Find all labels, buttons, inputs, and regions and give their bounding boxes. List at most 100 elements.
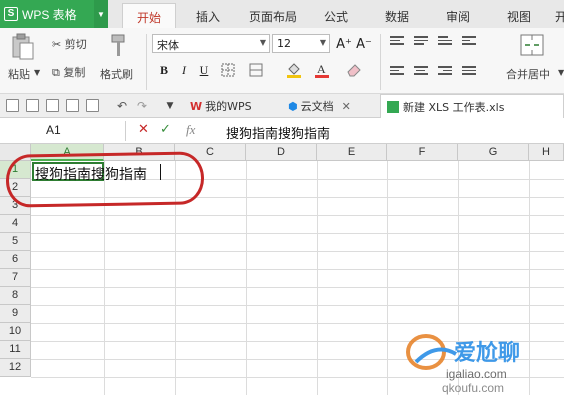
- open-folder-icon[interactable]: [6, 99, 19, 112]
- insert-function-icon[interactable]: fx: [186, 122, 195, 138]
- doctab-cloud-docs[interactable]: ⬢ 云文档 ✕: [282, 94, 357, 118]
- ribbon-separator: [380, 34, 381, 90]
- row-header-10[interactable]: 10: [0, 323, 31, 341]
- export-pdf-icon[interactable]: [86, 99, 99, 112]
- app-name: WPS 表格: [22, 7, 77, 22]
- align-bottom-icon[interactable]: [438, 36, 452, 48]
- column-header-f[interactable]: F: [387, 144, 458, 161]
- ribbon-separator: [146, 34, 147, 90]
- paste-button[interactable]: [8, 32, 38, 62]
- print-icon[interactable]: [66, 99, 79, 112]
- column-header-e[interactable]: E: [317, 144, 387, 161]
- row-header-5[interactable]: 5: [0, 233, 31, 251]
- customize-dropdown-icon[interactable]: ▼: [162, 98, 178, 114]
- italic-button[interactable]: I: [176, 62, 192, 78]
- save-icon[interactable]: [26, 99, 39, 112]
- ribbon-tab-bar: S WPS 表格 ▼ 开始 插入 页面布局 公式 数据 审阅 视图 开: [0, 0, 564, 28]
- row-header-9[interactable]: 9: [0, 305, 31, 323]
- name-box[interactable]: A1: [0, 121, 126, 141]
- font-family-select[interactable]: 宋体 ▼: [152, 34, 270, 53]
- wps-w-icon: W: [190, 99, 203, 113]
- merge-cells-icon: [520, 34, 544, 56]
- grow-font-button[interactable]: A⁺: [336, 36, 352, 52]
- paste-label: 粘贴: [8, 68, 30, 81]
- tab-view[interactable]: 视图: [507, 8, 531, 25]
- copy-button[interactable]: ⧉ 复制: [52, 64, 85, 80]
- shrink-font-button[interactable]: A⁻: [356, 36, 372, 52]
- gridline: [31, 215, 564, 216]
- gridline: [31, 251, 564, 252]
- clear-format-button[interactable]: [346, 62, 362, 78]
- borders-button[interactable]: [220, 62, 236, 78]
- svg-text:A: A: [317, 62, 326, 76]
- cloud-cube-icon: ⬢: [288, 99, 298, 113]
- column-header-d[interactable]: D: [246, 144, 317, 161]
- ribbon-home-panel: 粘贴 ▼ ✂ 剪切 ⧉ 复制 格式刷 宋体 ▼ 12 ▼ A⁺ A⁻ B I U: [0, 28, 564, 94]
- paste-icon: [12, 33, 34, 60]
- cut-button[interactable]: ✂ 剪切: [52, 36, 87, 52]
- tab-home[interactable]: 开始: [122, 3, 177, 28]
- bold-button[interactable]: B: [156, 62, 172, 78]
- formula-bar: A1 ✕ ✓ fx 搜狗指南搜狗指南: [0, 118, 564, 144]
- redo-icon[interactable]: ↷: [134, 98, 150, 114]
- font-color-icon: A: [315, 62, 329, 78]
- print-preview-icon[interactable]: [46, 99, 59, 112]
- align-right-icon[interactable]: [438, 66, 452, 78]
- tab-developer[interactable]: 开: [555, 8, 564, 25]
- gridline: [31, 341, 564, 342]
- format-painter-label: 格式刷: [100, 68, 133, 81]
- paintbrush-icon: [111, 34, 125, 56]
- spreadsheet-grid[interactable]: A B C D E F G H 1 2 3 4 5 6 7 8 9 10 11 …: [0, 144, 564, 395]
- align-middle-icon[interactable]: [414, 36, 428, 48]
- font-color-button[interactable]: A: [314, 62, 330, 78]
- paste-dropdown-icon[interactable]: ▼: [34, 68, 40, 77]
- justify-icon[interactable]: [462, 66, 476, 78]
- underline-button[interactable]: U: [196, 62, 212, 78]
- undo-icon[interactable]: ↶: [114, 98, 130, 114]
- quick-access-bar: ↶ ↷ ▼ W 我的WPS ⬢ 云文档 ✕ 新建 XLS 工作表.xls: [0, 94, 564, 118]
- row-header-7[interactable]: 7: [0, 269, 31, 287]
- column-header-g[interactable]: G: [458, 144, 529, 161]
- app-menu-dropdown-icon[interactable]: ▼: [94, 0, 108, 28]
- align-top-icon[interactable]: [390, 36, 404, 48]
- tab-page-layout[interactable]: 页面布局: [249, 8, 297, 25]
- formula-input[interactable]: 搜狗指南搜狗指南: [226, 123, 330, 142]
- borders-icon: [221, 63, 235, 77]
- tab-insert[interactable]: 插入: [196, 8, 220, 25]
- close-icon[interactable]: ✕: [342, 100, 351, 113]
- row-header-6[interactable]: 6: [0, 251, 31, 269]
- tab-formulas[interactable]: 公式: [324, 8, 348, 25]
- gridline: [31, 287, 564, 288]
- paint-bucket-icon: [287, 63, 301, 78]
- align-center-icon[interactable]: [414, 66, 428, 78]
- gridline: [31, 269, 564, 270]
- eraser-icon: [347, 64, 361, 77]
- cancel-edit-icon[interactable]: ✕: [138, 122, 149, 137]
- tab-review[interactable]: 审阅: [446, 8, 470, 25]
- align-left-icon[interactable]: [390, 66, 404, 78]
- format-painter-button[interactable]: [106, 32, 130, 60]
- row-header-8[interactable]: 8: [0, 287, 31, 305]
- doctab-my-wps[interactable]: W 我的WPS: [184, 94, 258, 118]
- merge-borders-button[interactable]: [248, 62, 264, 78]
- gridline: [31, 305, 564, 306]
- chevron-down-icon: ▼: [319, 38, 326, 47]
- app-menu-button[interactable]: S WPS 表格 ▼: [0, 0, 108, 28]
- gridline: [31, 377, 564, 378]
- row-header-4[interactable]: 4: [0, 215, 31, 233]
- fill-color-button[interactable]: [286, 62, 302, 78]
- merge-center-button[interactable]: [518, 32, 546, 58]
- confirm-edit-icon[interactable]: ✓: [160, 122, 171, 137]
- tab-data[interactable]: 数据: [385, 8, 409, 25]
- doctab-active-workbook[interactable]: 新建 XLS 工作表.xls: [380, 94, 564, 118]
- gridline: [31, 323, 564, 324]
- column-header-h[interactable]: H: [529, 144, 564, 161]
- row-header-11[interactable]: 11: [0, 341, 31, 359]
- font-size-select[interactable]: 12 ▼: [272, 34, 330, 53]
- wrap-text-icon[interactable]: [462, 36, 476, 48]
- wps-logo-icon: S: [4, 7, 18, 21]
- row-header-12[interactable]: 12: [0, 359, 31, 377]
- merge-dropdown-icon[interactable]: ▼: [558, 68, 564, 77]
- chevron-down-icon: ▼: [259, 38, 266, 47]
- copy-icon: ⧉: [52, 66, 60, 79]
